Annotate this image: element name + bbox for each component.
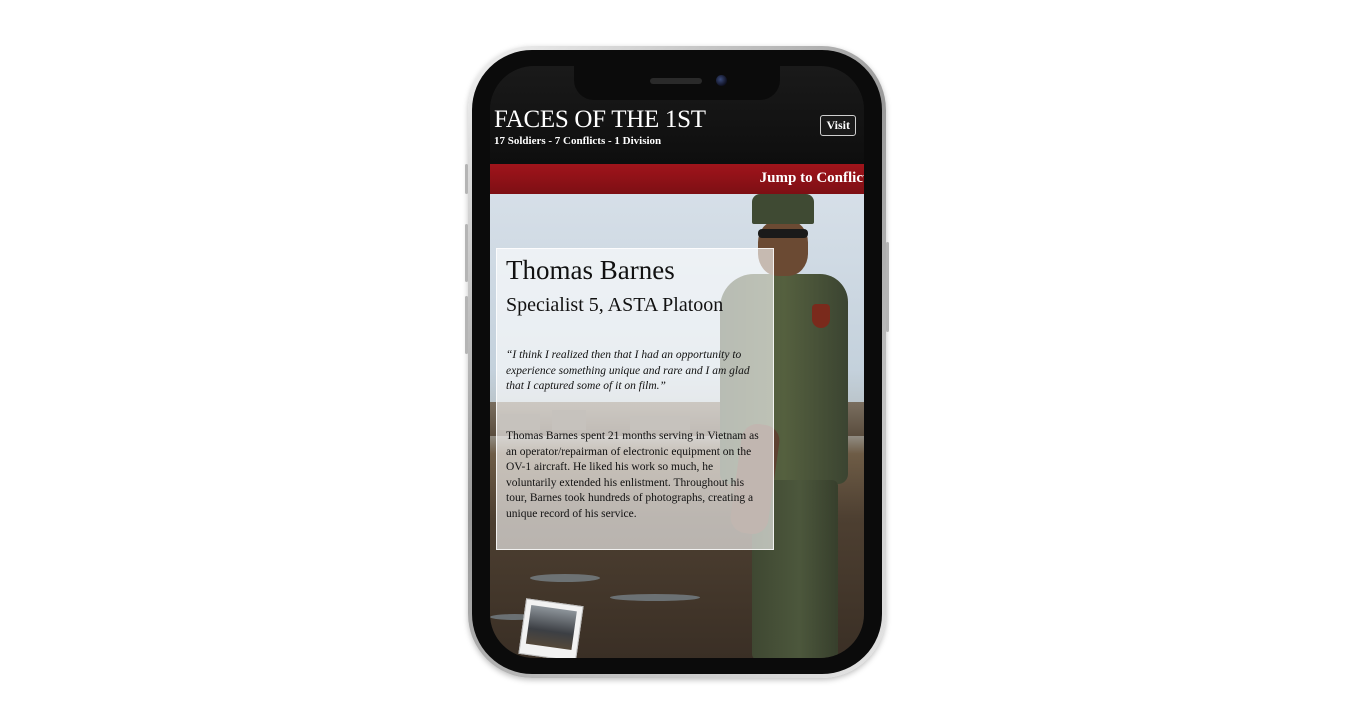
jump-to-conflict-label[interactable]: Jump to Conflict bbox=[760, 170, 864, 187]
speaker-grille bbox=[650, 78, 702, 84]
soldier-bio-card: Thomas Barnes Specialist 5, ASTA Platoon… bbox=[496, 248, 774, 550]
ground-puddle bbox=[610, 594, 700, 601]
power-button bbox=[886, 242, 889, 332]
volume-down-button bbox=[465, 296, 468, 354]
soldier-name: Thomas Barnes bbox=[506, 255, 675, 285]
page-title: FACES OF THE 1ST bbox=[494, 106, 706, 133]
notch bbox=[574, 66, 780, 100]
soldier-rank: Specialist 5, ASTA Platoon bbox=[506, 294, 724, 316]
page-subtitle: 17 Soldiers - 7 Conflicts - 1 Division bbox=[494, 135, 662, 147]
phone-device-frame: FACES OF THE 1ST 17 Soldiers - 7 Conflic… bbox=[465, 46, 889, 678]
soldier-cap bbox=[752, 194, 814, 224]
silent-switch bbox=[465, 164, 468, 194]
soldier-glasses bbox=[758, 229, 808, 238]
soldier-quote: “I think I realized then that I had an o… bbox=[506, 349, 750, 392]
photo-thumbnail[interactable] bbox=[518, 598, 584, 658]
camera-icon bbox=[716, 75, 727, 86]
visit-button[interactable]: Visit bbox=[820, 115, 856, 136]
ground-puddle bbox=[530, 574, 600, 582]
photo-thumbnail-image bbox=[525, 605, 577, 651]
division-patch bbox=[812, 304, 830, 328]
soldier-bio-text: Thomas Barnes spent 21 months serving in… bbox=[506, 430, 759, 520]
volume-up-button bbox=[465, 224, 468, 282]
jump-to-conflict-bar[interactable]: Jump to Conflict bbox=[490, 164, 864, 194]
soldier-photo-background: Thomas Barnes Specialist 5, ASTA Platoon… bbox=[490, 194, 864, 658]
phone-screen: FACES OF THE 1ST 17 Soldiers - 7 Conflic… bbox=[490, 66, 864, 658]
